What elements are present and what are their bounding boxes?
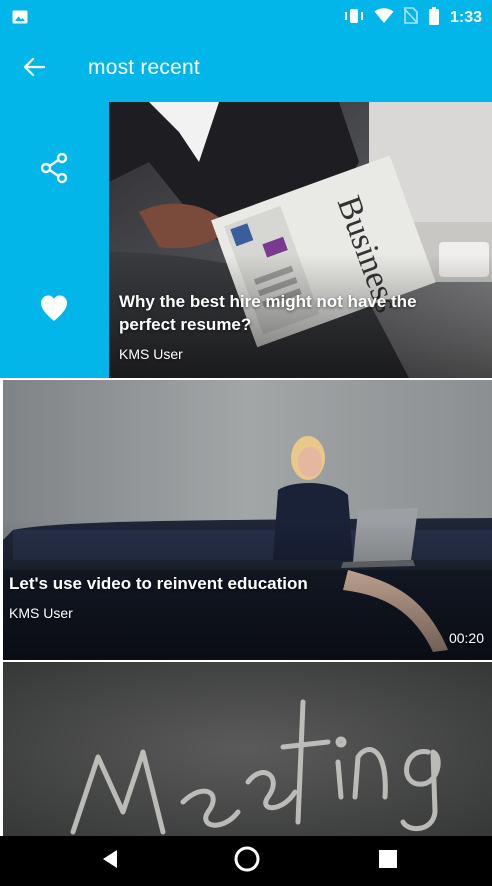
no-sim-icon [403, 7, 419, 29]
recents-square-icon [379, 849, 397, 873]
share-icon [39, 152, 69, 189]
like-button[interactable] [32, 288, 76, 332]
feed-card[interactable]: Let's use video to reinvent education KM… [0, 380, 492, 660]
nav-recents-button[interactable] [368, 841, 408, 881]
system-nav-bar [0, 836, 492, 886]
arrow-left-icon [23, 57, 46, 82]
card-title: Why the best hire might not have the per… [119, 292, 417, 334]
feed-list[interactable]: Business Why the best hire might not hav… [0, 102, 492, 836]
card-author: KMS User [119, 346, 183, 362]
home-circle-icon [233, 845, 261, 878]
video-duration: 00:20 [448, 630, 484, 646]
card-caption: Let's use video to reinvent education KM… [9, 572, 309, 621]
wifi-icon [374, 7, 394, 29]
status-icons: 1:33 [344, 6, 482, 30]
card-author: KMS User [9, 605, 73, 621]
share-button[interactable] [32, 148, 76, 192]
card-image[interactable] [3, 662, 492, 836]
card-image[interactable]: Let's use video to reinvent education KM… [3, 380, 492, 660]
back-triangle-icon [101, 849, 119, 874]
page-title: most recent [88, 56, 200, 79]
nav-back-button[interactable] [90, 841, 130, 881]
battery-icon [428, 6, 440, 30]
card-action-rail [0, 102, 109, 378]
nav-home-button[interactable] [227, 841, 267, 881]
feed-card[interactable] [0, 662, 492, 836]
feed-card[interactable]: Business Why the best hire might not hav… [0, 102, 492, 378]
image-notification-icon [12, 10, 28, 24]
card-title: Let's use video to reinvent education [9, 574, 308, 593]
app-bar: most recent [0, 36, 492, 102]
vibrate-icon [344, 8, 364, 29]
clock: 1:33 [449, 9, 482, 26]
status-bar: 1:33 [0, 0, 492, 36]
heart-icon [39, 294, 69, 327]
back-button[interactable] [14, 50, 54, 88]
card-caption: Why the best hire might not have the per… [119, 290, 419, 362]
card-image[interactable]: Business Why the best hire might not hav… [109, 102, 492, 378]
